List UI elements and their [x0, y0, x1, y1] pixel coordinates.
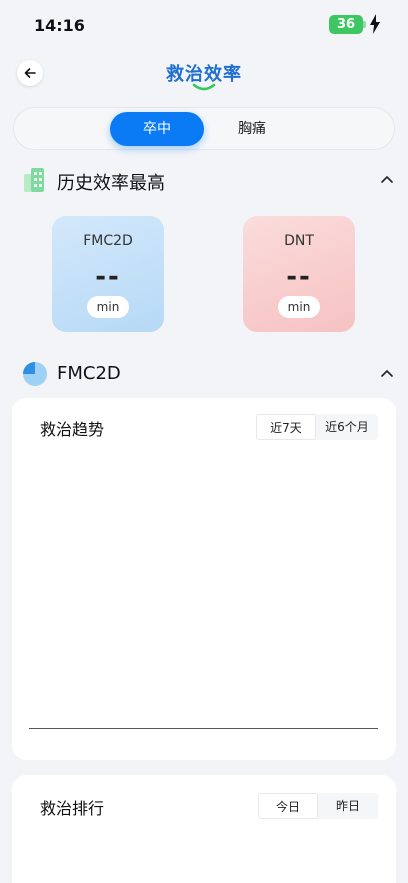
metric-name: DNT [284, 233, 314, 249]
trend-panel-title: 救治趋势 [40, 420, 105, 439]
ranking-day-tabs: 今日 昨日 [258, 793, 378, 819]
trend-range-tabs: 近7天 近6个月 [256, 414, 378, 440]
history-section-title: 历史效率最高 [57, 173, 165, 194]
metric-value: -- [95, 262, 121, 292]
trend-panel: 救治趋势 近7天 近6个月 [12, 398, 396, 760]
metric-value: -- [286, 262, 312, 292]
ranking-panel: 救治排行 今日 昨日 [12, 775, 396, 883]
title-underline-decoration [192, 83, 216, 91]
building-icon [24, 168, 44, 192]
metric-unit-badge: min [87, 296, 129, 318]
fmc2d-metric-card[interactable]: FMC2D -- min [52, 216, 164, 332]
metric-name: FMC2D [83, 233, 133, 249]
battery-indicator: 36 [329, 15, 363, 34]
metric-unit-badge: min [278, 296, 320, 318]
tab-chest-pain[interactable]: 胸痛 [212, 112, 292, 146]
navigation-bar: 救治效率 [0, 48, 408, 98]
fmc2d-section-header[interactable]: FMC2D [0, 360, 408, 392]
tab-today[interactable]: 今日 [258, 793, 318, 819]
tab-stroke[interactable]: 卒中 [110, 112, 204, 146]
ranking-panel-title: 救治排行 [40, 799, 105, 818]
fmc2d-section-title: FMC2D [57, 363, 121, 384]
history-section-header[interactable]: 历史效率最高 [0, 166, 408, 198]
category-segmented-control: 卒中 胸痛 [13, 107, 395, 150]
charging-bolt-icon [370, 14, 380, 34]
dnt-metric-card[interactable]: DNT -- min [243, 216, 355, 332]
status-bar: 14:16 36 [0, 0, 408, 48]
status-time: 14:16 [34, 16, 85, 35]
battery-cap [363, 21, 366, 28]
tab-last-7-days[interactable]: 近7天 [256, 414, 316, 440]
chevron-up-icon[interactable] [380, 368, 394, 378]
tab-last-6-months[interactable]: 近6个月 [316, 414, 378, 440]
pie-chart-icon [23, 362, 47, 386]
chevron-up-icon[interactable] [380, 174, 394, 184]
tab-yesterday[interactable]: 昨日 [318, 793, 378, 819]
chart-x-axis [29, 728, 378, 729]
